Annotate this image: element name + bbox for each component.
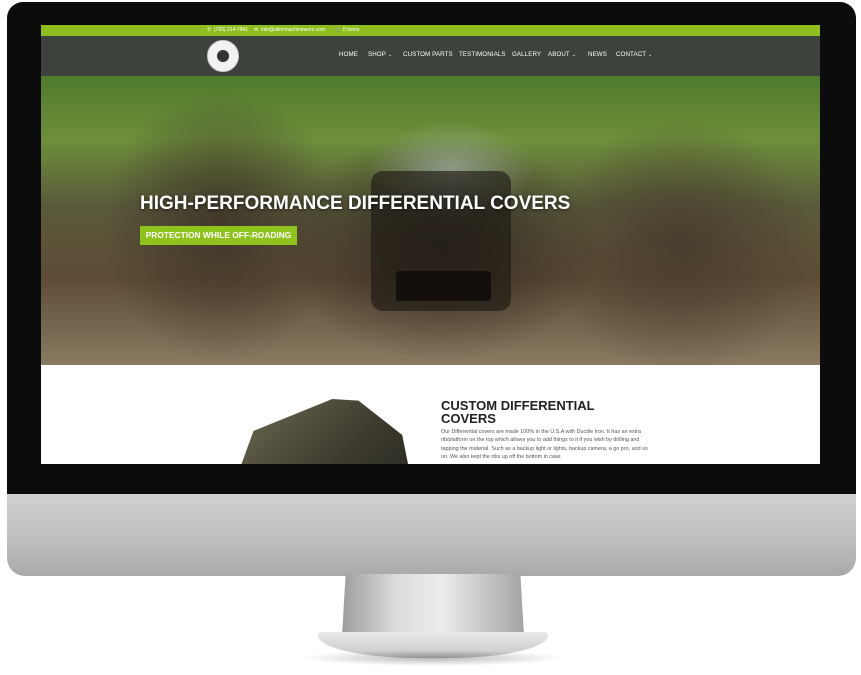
chevron-down-icon: ⌄ <box>648 52 653 58</box>
hero-cta-button[interactable]: PROTECTION WHILE OFF-ROADING <box>140 226 297 245</box>
section-body: Our Differential covers are made 100% in… <box>441 429 648 461</box>
nav-item-home[interactable]: HOME <box>339 51 358 58</box>
phone-number[interactable]: (760) 314-7841 <box>214 25 248 36</box>
nav-item-contact[interactable]: CONTACT ⌄ <box>616 51 652 58</box>
site-logo[interactable] <box>207 40 239 72</box>
differential-cover-image <box>236 399 411 464</box>
hero-title: HIGH-PERFORMANCE DIFFERENTIAL COVERS <box>140 193 571 214</box>
cart-icon: 🛒 <box>335 27 342 33</box>
nav-item-testimonials[interactable]: TESTIMONIALS <box>459 51 506 58</box>
hero-banner: HIGH-PERFORMANCE DIFFERENTIAL COVERS PRO… <box>41 76 820 365</box>
nav-item-gallery[interactable]: GALLERY <box>512 51 541 58</box>
main-navigation: HOME SHOP ⌄ CUSTOM PARTS TESTIMONIALS GAL… <box>41 36 820 76</box>
monitor-stand <box>342 574 524 636</box>
cart-link[interactable]: 0 Items <box>343 25 359 36</box>
chevron-down-icon: ⌄ <box>387 52 393 58</box>
monitor-shadow <box>300 650 566 666</box>
monitor-chin <box>7 494 856 576</box>
section-title: CUSTOM DIFFERENTIAL COVERS <box>441 398 595 426</box>
chevron-down-icon: ⌄ <box>571 52 577 58</box>
truck-grill <box>396 271 491 301</box>
phone-icon: ✆ <box>207 27 212 33</box>
nav-item-news[interactable]: NEWS <box>588 51 607 58</box>
content-section: CUSTOM DIFFERENTIAL COVERS Our Different… <box>41 365 820 464</box>
nav-item-about[interactable]: ABOUT ⌄ <box>548 51 576 58</box>
website-screen: ✆ (760) 314-7841 ✉ info@allenmachinewors… <box>41 25 820 464</box>
nav-item-shop[interactable]: SHOP ⌄ <box>368 51 392 58</box>
email-icon: ✉ <box>254 27 259 33</box>
top-bar: ✆ (760) 314-7841 ✉ info@allenmachinewors… <box>41 25 820 36</box>
email-link[interactable]: info@allenmachinewors.com <box>261 25 325 36</box>
nav-item-custom-parts[interactable]: CUSTOM PARTS <box>403 51 453 58</box>
